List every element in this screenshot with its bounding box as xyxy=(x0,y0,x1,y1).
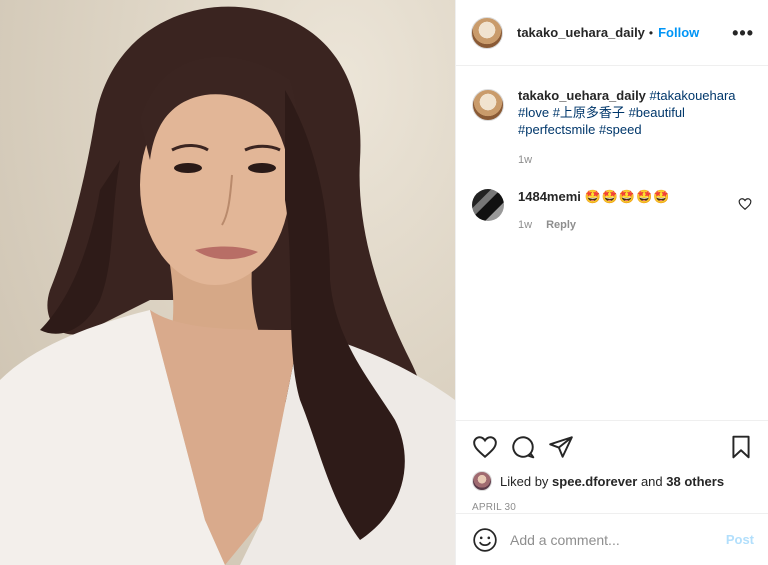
post-caption: takako_uehara_daily #takakouehara #love … xyxy=(472,87,752,169)
comment-timestamp[interactable]: 1w xyxy=(518,219,532,231)
action-icons xyxy=(472,421,754,469)
reply-button[interactable]: Reply xyxy=(546,219,576,231)
add-comment-bar: Post xyxy=(456,513,768,565)
instagram-post: takako_uehara_daily • Follow ••• takako_… xyxy=(0,0,768,565)
post-actions: Liked by spee.dforever and 38 others Apr… xyxy=(456,420,768,513)
hashtag-link[interactable]: #beautiful xyxy=(629,105,685,120)
heart-icon[interactable] xyxy=(472,434,498,460)
likes-others-link[interactable]: 38 others xyxy=(666,474,724,489)
post-comment-button[interactable]: Post xyxy=(726,532,754,547)
smiley-icon[interactable] xyxy=(472,527,498,553)
comments-section[interactable]: takako_uehara_daily #takakouehara #love … xyxy=(456,67,768,420)
commenter-avatar[interactable] xyxy=(472,189,504,221)
bookmark-icon[interactable] xyxy=(728,434,754,460)
post-sidebar: takako_uehara_daily • Follow ••• takako_… xyxy=(455,0,768,565)
commenter-username[interactable]: 1484memi xyxy=(518,189,581,204)
comment-text: 🤩🤩🤩🤩🤩 xyxy=(584,189,671,204)
post-photo[interactable] xyxy=(0,0,455,565)
liker-avatar[interactable] xyxy=(472,471,492,491)
post-header: takako_uehara_daily • Follow ••• xyxy=(456,0,768,66)
hashtag-link[interactable]: #上原多香子 xyxy=(553,105,625,120)
author-avatar[interactable] xyxy=(471,16,503,49)
hashtag-link[interactable]: #perfectsmile xyxy=(518,122,595,137)
likes-summary: Liked by spee.dforever and 38 others xyxy=(472,471,754,491)
paper-plane-icon[interactable] xyxy=(548,434,574,460)
post-date[interactable]: April 30 xyxy=(472,502,754,513)
likes-prefix: Liked by xyxy=(500,473,549,489)
header-separator: • xyxy=(648,25,654,40)
comment-item: 1484memi 🤩🤩🤩🤩🤩 1w Reply xyxy=(472,189,752,231)
caption-username[interactable]: takako_uehara_daily xyxy=(518,88,646,103)
author-username[interactable]: takako_uehara_daily xyxy=(517,25,645,40)
liker-username[interactable]: spee.dforever xyxy=(552,474,637,489)
hashtag-link[interactable]: #speed xyxy=(599,122,642,137)
caption-timestamp[interactable]: 1w xyxy=(518,152,748,169)
comment-like-heart-icon[interactable] xyxy=(738,197,752,211)
caption-author-avatar[interactable] xyxy=(472,89,504,121)
hashtag-link[interactable]: #takakouehara xyxy=(650,88,736,103)
portrait-illustration xyxy=(0,6,455,565)
hashtag-link[interactable]: #love xyxy=(518,105,549,120)
follow-button[interactable]: Follow xyxy=(658,25,699,40)
comment-input[interactable] xyxy=(510,531,726,548)
speech-bubble-icon[interactable] xyxy=(510,434,536,460)
ellipsis-icon[interactable]: ••• xyxy=(732,24,754,42)
likes-conjunction: and xyxy=(640,473,663,489)
